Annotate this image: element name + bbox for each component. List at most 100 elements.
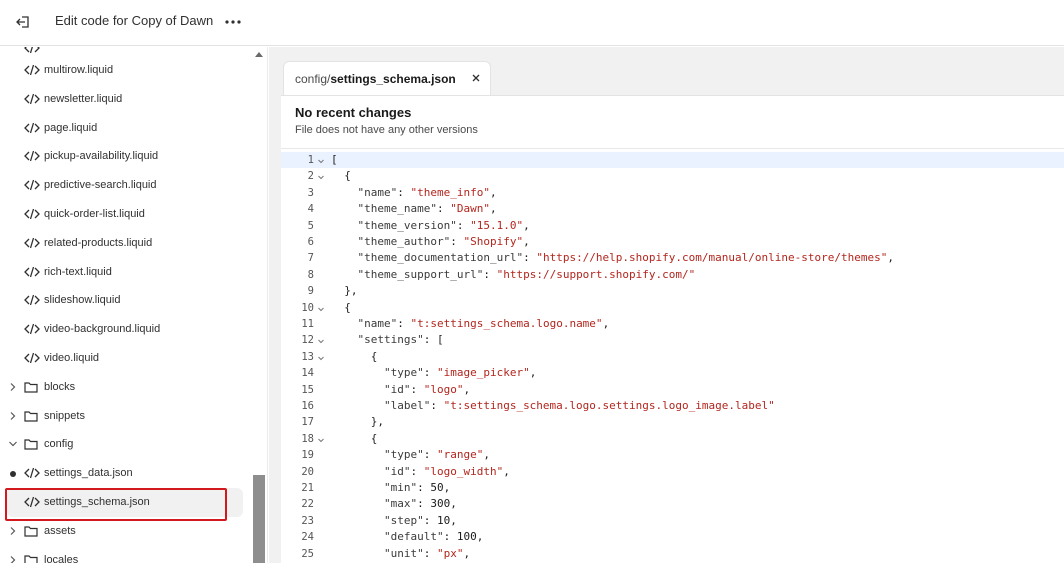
code-text: "theme_support_url": "https://support.sh… (357, 267, 696, 281)
code-file-icon (24, 496, 40, 508)
tree-item-file[interactable]: quick-order-list.liquid (0, 200, 250, 229)
code-line[interactable]: 6 "theme_author": "Shopify", (281, 234, 1064, 250)
code-line[interactable]: 21 "min": 50, (281, 480, 1064, 496)
close-icon[interactable] (470, 72, 482, 84)
code-text: "name": "theme_info", (357, 185, 497, 199)
code-line[interactable]: 15 "id": "logo", (281, 382, 1064, 398)
code-line[interactable]: 20 "id": "logo_width", (281, 464, 1064, 480)
tree-item-file[interactable]: pickup-availability.liquid (0, 142, 250, 171)
line-number: 22 (301, 498, 314, 511)
tree-item-file[interactable]: page.liquid (0, 114, 250, 143)
line-number: 17 (301, 416, 314, 429)
line-number: 3 (307, 186, 314, 199)
tree-item-label: page.liquid (44, 121, 98, 134)
sidebar-scrollbar[interactable] (252, 47, 266, 563)
code-line[interactable]: 5 "theme_version": "15.1.0", (281, 218, 1064, 234)
tree-item-folder[interactable]: locales (0, 546, 250, 563)
line-number: 11 (301, 318, 314, 330)
tree-item-file[interactable]: multirow.liquid (0, 56, 250, 85)
code-text: "theme_documentation_url": "https://help… (357, 251, 894, 265)
code-file-icon (24, 47, 40, 54)
line-number: 19 (301, 449, 314, 462)
code-text: "settings": [ (357, 333, 444, 347)
code-line[interactable]: 8 "theme_support_url": "https://support.… (281, 267, 1064, 283)
tree-item-label: video.liquid (44, 352, 100, 364)
line-number: 12 (301, 334, 314, 347)
tree-item-file[interactable]: video-background.liquid (0, 315, 250, 344)
tab-file: settings_schema.json (330, 72, 456, 86)
code-line[interactable]: 9 }, (281, 283, 1064, 299)
code-line[interactable]: 19 "type": "range", (281, 447, 1064, 463)
code-text: { (331, 431, 378, 445)
tree-item-file[interactable]: newsletter.liquid (0, 85, 250, 114)
folder-icon (24, 382, 38, 393)
code-line[interactable]: 23 "step": 10, (281, 513, 1064, 529)
code-file-icon (24, 208, 40, 220)
page-title: Edit code for Copy of Dawn (55, 13, 214, 28)
code-line[interactable]: 2 { (281, 168, 1064, 184)
tree-item-file-modified[interactable]: settings_data.json (0, 459, 250, 488)
code-file-icon (24, 151, 40, 162)
tree-item-file[interactable]: rich-text.liquid (0, 258, 250, 287)
scroll-up-arrow-icon[interactable] (255, 52, 263, 57)
tree-item-label: rich-text.liquid (44, 265, 112, 278)
code-text: "max": 300, (383, 497, 457, 511)
tree-item-file[interactable]: predictive-search.liquid (0, 171, 250, 200)
code-file-icon (24, 352, 40, 364)
code-line[interactable]: 4 "theme_name": "Dawn", (281, 201, 1064, 217)
code-line[interactable]: 24 "default": 100, (281, 529, 1064, 545)
tree-item-folder-config[interactable]: config (0, 430, 250, 459)
tree-item-label: snippets (44, 409, 85, 422)
top-bar: Edit code for Copy of Dawn (0, 0, 1064, 46)
code-file-icon (24, 237, 40, 248)
tree-item-file[interactable]: slideshow.liquid (0, 286, 250, 315)
code-text: "name": "t:settings_schema.logo.name", (357, 317, 610, 330)
line-number: 16 (301, 400, 314, 412)
code-text: "id": "logo", (383, 382, 471, 396)
code-line[interactable]: 1[ (281, 152, 1064, 169)
line-number: 23 (301, 514, 314, 527)
code-line[interactable]: 7 "theme_documentation_url": "https://he… (281, 250, 1064, 266)
code-line[interactable]: 18 { (281, 431, 1064, 447)
tree-item-folder[interactable]: snippets (0, 402, 250, 431)
code-line[interactable]: 14 "type": "image_picker", (281, 365, 1064, 381)
line-number: 20 (301, 465, 314, 478)
code-line[interactable]: 25 "unit": "px", (281, 546, 1064, 562)
tree-item-file[interactable]: related-products.liquid (0, 229, 250, 258)
tree-item-label: newsletter.liquid (44, 92, 123, 105)
code-editor[interactable]: 1[2 {3 "name": "theme_info", 4 "theme_nam… (281, 148, 1064, 563)
tree-item-folder[interactable]: blocks (0, 373, 250, 402)
folder-icon (24, 554, 38, 563)
chevron-right-icon[interactable] (8, 526, 18, 536)
code-text: "step": 10, (383, 513, 457, 527)
code-text: "type": "range", (383, 448, 490, 462)
line-number: 7 (307, 252, 314, 265)
chevron-right-icon[interactable] (8, 411, 18, 421)
code-line[interactable]: 16 "label": "t:settings_schema.logo.sett… (281, 398, 1064, 414)
more-actions-button[interactable] (222, 11, 244, 33)
code-line[interactable]: 12 "settings": [ (281, 332, 1064, 348)
folder-icon (24, 526, 38, 537)
tree-item-label: slideshow.liquid (44, 294, 121, 307)
tree-item-file[interactable]: video.liquid (0, 344, 250, 373)
code-file-icon (24, 324, 40, 335)
code-line[interactable]: 3 "name": "theme_info", (281, 185, 1064, 201)
code-line[interactable]: 22 "max": 300, (281, 496, 1064, 512)
chevron-right-icon[interactable] (8, 555, 18, 563)
code-line[interactable]: 17 }, (281, 414, 1064, 430)
folder-icon (24, 410, 38, 422)
chevron-right-icon[interactable] (8, 382, 18, 392)
tree-item-file-selected[interactable]: settings_schema.json (7, 488, 243, 517)
code-line[interactable]: 13 { (281, 349, 1064, 365)
exit-button[interactable] (13, 12, 33, 32)
tab-settings-schema[interactable]: config/settings_schema.json (283, 61, 491, 95)
code-text: "theme_author": "Shopify", (357, 235, 530, 248)
code-text: "default": 100, (383, 530, 484, 544)
code-line[interactable]: 10 { (281, 300, 1064, 316)
tree-item-folder[interactable]: assets (0, 517, 250, 546)
scrollbar-thumb[interactable] (253, 475, 265, 563)
chevron-down-icon[interactable] (8, 439, 18, 449)
line-number: 8 (307, 268, 314, 281)
code-file-icon (24, 93, 40, 104)
code-line[interactable]: 11 "name": "t:settings_schema.logo.name"… (281, 316, 1064, 332)
